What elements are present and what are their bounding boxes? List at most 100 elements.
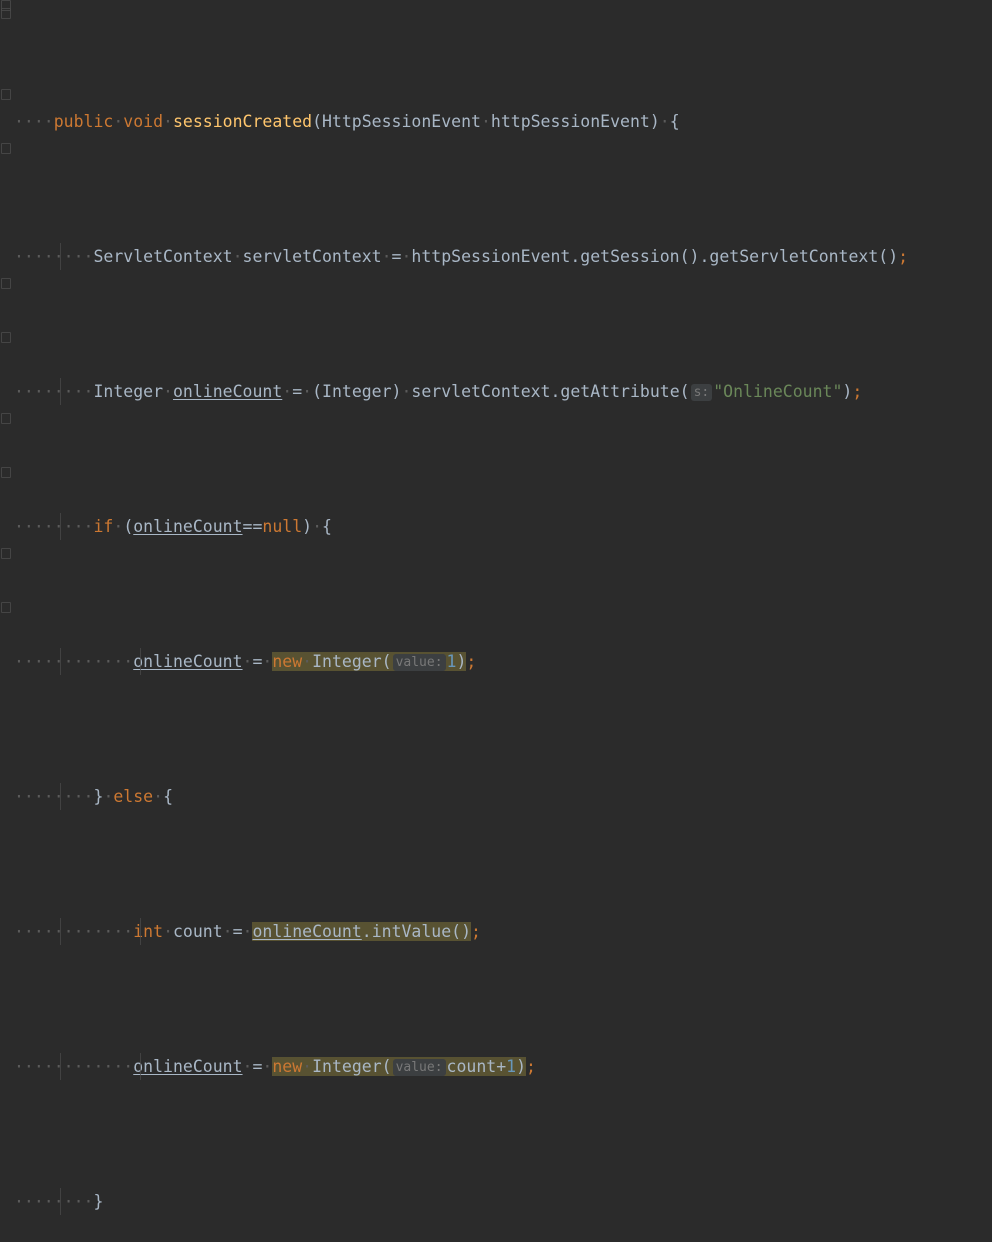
call-intValue: .intValue()	[361, 922, 472, 941]
code-line[interactable]: ········}·else·{	[0, 783, 992, 810]
expr-count-plus-1: count+	[446, 1057, 507, 1076]
space: ·	[113, 517, 124, 536]
code-line[interactable]: ········Integer·onlineCount·=·(Integer)·…	[0, 378, 992, 405]
punctuation: )	[649, 112, 660, 131]
number-literal: 1	[446, 652, 457, 671]
paren-open: (	[381, 652, 392, 671]
method-name-sessionCreated: sessionCreated	[172, 112, 313, 131]
operator-assign: =	[391, 247, 402, 266]
space: ·	[302, 1057, 313, 1076]
code-line[interactable]: ····public·void·sessionCreated(HttpSessi…	[0, 108, 992, 135]
deprecated-constructor-call: new·Integer(value: count+1)	[272, 1057, 527, 1076]
keyword-new: new	[272, 1057, 303, 1076]
paren-close: )	[516, 1057, 527, 1076]
operator-assign: =	[232, 922, 243, 941]
space: ·	[401, 247, 412, 266]
space: ·	[242, 652, 253, 671]
code-editor[interactable]: ····public·void·sessionCreated(HttpSessi…	[0, 0, 992, 1215]
keyword-if: if	[93, 517, 114, 536]
code-line[interactable]: ············int·count·=·onlineCount.intV…	[0, 918, 992, 945]
space: ·	[480, 112, 491, 131]
space: ·	[262, 1057, 273, 1076]
string-OnlineCount: "OnlineCount"	[713, 382, 843, 401]
space: ·	[312, 517, 323, 536]
brace-open: {	[322, 517, 332, 536]
var-servletContext: servletContext	[242, 247, 382, 266]
deprecated-constructor-call: new·Integer(value: 1)	[272, 652, 467, 671]
leading-whitespace: ····	[14, 382, 54, 401]
indent-guide	[60, 648, 61, 675]
expr-getServletContext: httpSessionEvent.getSession().getServlet…	[411, 247, 899, 266]
space: ·	[302, 382, 313, 401]
leading-whitespace: ····	[14, 922, 54, 941]
semicolon: ;	[471, 922, 481, 941]
leading-whitespace: ····	[14, 652, 54, 671]
leading-whitespace: ····	[93, 1057, 134, 1076]
paren-close: )	[842, 382, 853, 401]
space: ·	[153, 787, 164, 806]
code-line[interactable]: ············onlineCount·=·new·Integer(va…	[0, 1053, 992, 1080]
leading-whitespace: ····	[14, 1192, 54, 1211]
paren-close: )	[456, 652, 467, 671]
indent-guide	[140, 918, 141, 945]
type-Integer: Integer	[312, 1057, 382, 1076]
space: ·	[163, 382, 173, 401]
semicolon: ;	[852, 382, 863, 401]
space: ·	[302, 652, 313, 671]
brace-close: }	[93, 1192, 104, 1211]
keyword-new: new	[272, 652, 303, 671]
var-onlineCount: onlineCount	[133, 652, 243, 671]
param-httpSessionEvent: httpSessionEvent	[490, 112, 650, 131]
code-content[interactable]: ····public·void·sessionCreated(HttpSessi…	[0, 0, 992, 1242]
number-literal: 1	[506, 1057, 517, 1076]
space: ·	[401, 382, 412, 401]
keyword-public: public	[53, 112, 114, 131]
operator-assign: =	[252, 1057, 263, 1076]
leading-whitespace: ····	[93, 922, 134, 941]
leading-whitespace: ····	[14, 1057, 54, 1076]
paren-open: (	[123, 517, 134, 536]
indent-guide	[60, 378, 61, 405]
keyword-void: void	[123, 112, 164, 131]
keyword-int: int	[133, 922, 164, 941]
keyword-null: null	[262, 517, 303, 536]
brace-close: }	[93, 787, 104, 806]
space: ·	[282, 382, 293, 401]
code-line[interactable]: ········ServletContext·servletContext·=·…	[0, 243, 992, 270]
indent-guide	[60, 1053, 61, 1080]
space: ·	[163, 922, 173, 941]
code-line[interactable]: ············onlineCount·=·new·Integer(va…	[0, 648, 992, 675]
punctuation: (	[312, 112, 322, 131]
type-Integer: Integer	[312, 652, 382, 671]
indent-guide	[140, 648, 141, 675]
var-onlineCount: onlineCount	[172, 382, 283, 401]
var-onlineCount: onlineCount	[252, 922, 362, 941]
deprecated-intValue-call: onlineCount.intValue()	[252, 922, 472, 941]
code-line[interactable]: ········}	[0, 1188, 992, 1215]
type-Integer: Integer	[93, 382, 164, 401]
operator-assign: =	[252, 652, 263, 671]
space: ·	[242, 1057, 253, 1076]
indent-guide	[60, 783, 61, 810]
indent-guide	[60, 918, 61, 945]
space: ·	[222, 922, 233, 941]
brace-open: {	[163, 787, 173, 806]
inlay-hint-value[interactable]: value:	[392, 654, 446, 671]
inlay-hint-s[interactable]: s:	[690, 384, 713, 401]
brace-open: {	[669, 112, 680, 131]
leading-whitespace: ····	[93, 652, 134, 671]
space: ·	[163, 112, 173, 131]
var-count: count	[173, 922, 223, 941]
space: ·	[242, 922, 253, 941]
semicolon: ;	[898, 247, 909, 266]
space: ·	[659, 112, 670, 131]
code-line[interactable]: ········if·(onlineCount==null)·{	[0, 513, 992, 540]
type-ServletContext: ServletContext	[93, 247, 233, 266]
inlay-hint-value[interactable]: value:	[392, 1059, 446, 1076]
call-getAttribute: servletContext.getAttribute(	[411, 382, 690, 401]
space: ·	[113, 112, 124, 131]
leading-whitespace: ····	[14, 517, 54, 536]
space: ·	[103, 787, 114, 806]
operator-eq: ==	[242, 517, 263, 536]
keyword-else: else	[113, 787, 154, 806]
